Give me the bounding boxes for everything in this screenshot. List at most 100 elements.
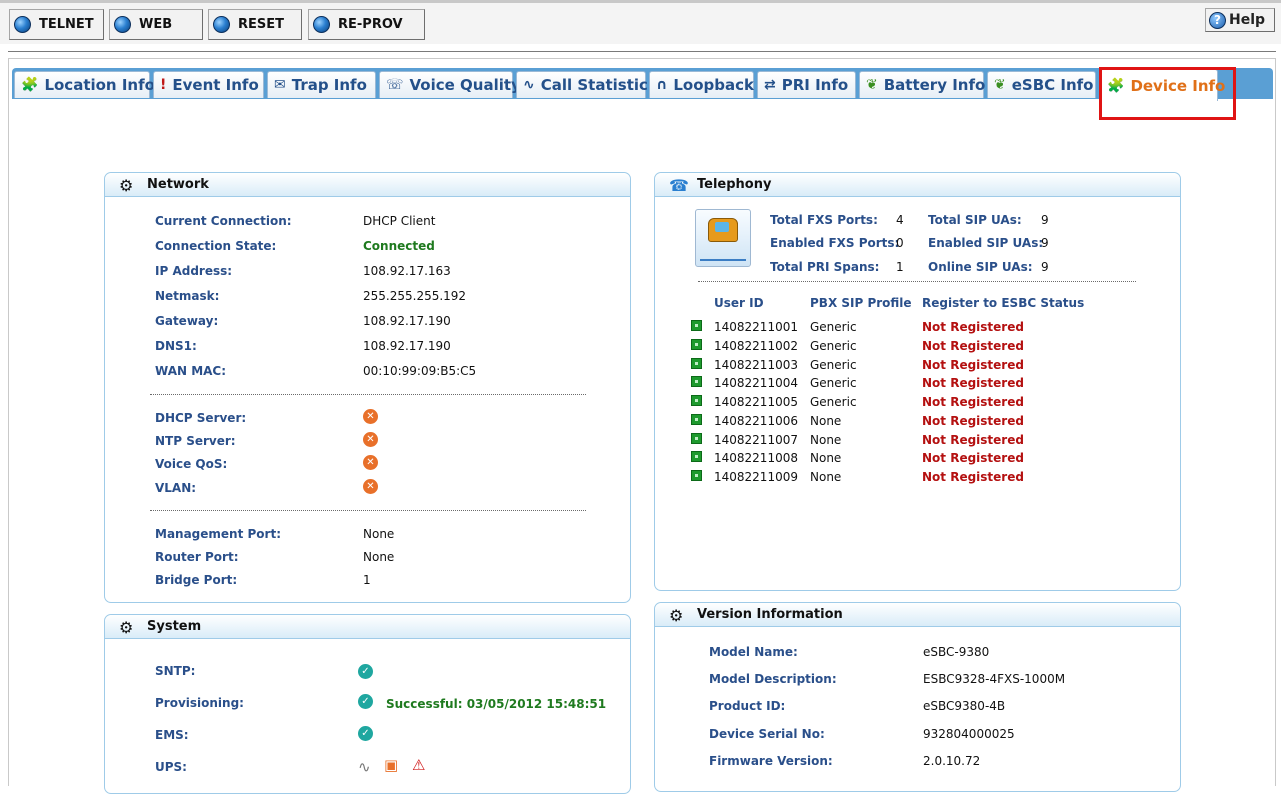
re-prov-orb-icon — [313, 16, 330, 33]
current-connection-label: Current Connection: — [155, 214, 292, 228]
warning-icon: ⚠ — [412, 756, 426, 774]
ip-address-label: IP Address: — [155, 264, 233, 278]
reset-button[interactable]: RESET — [208, 9, 302, 40]
leaf-icon: ❦ — [866, 77, 878, 93]
user-register-status: Not Registered — [922, 339, 1024, 353]
total-fxs-value: 4 — [896, 213, 904, 227]
tab-voice-quality[interactable]: ☏ Voice Quality — [379, 71, 521, 98]
user-id: 14082211007 — [714, 433, 798, 447]
tab-pri-info[interactable]: ⇄ PRI Info — [757, 71, 856, 98]
bridge-port-label: Bridge Port: — [155, 573, 238, 587]
tab-event-info[interactable]: ! Event Info — [153, 71, 264, 98]
location-icon: 🧩 — [21, 77, 39, 93]
services-divider — [150, 510, 586, 511]
pri-icon: ⇄ — [764, 77, 776, 93]
user-id: 14082211003 — [714, 358, 798, 372]
tab-location-info[interactable]: 🧩 Location Info — [14, 71, 155, 98]
user-status-icon — [691, 376, 702, 387]
user-status-icon — [691, 470, 702, 481]
network-panel-header: ⚙ Network — [105, 173, 630, 197]
toolbar-divider — [8, 51, 1276, 52]
network-icon: ⚙ — [119, 176, 134, 195]
network-divider — [150, 394, 586, 395]
tab-trap-info[interactable]: ✉ Trap Info — [267, 71, 376, 98]
management-port-value: None — [363, 527, 395, 541]
current-connection-value: DHCP Client — [363, 214, 436, 228]
dns1-value: 108.92.17.190 — [363, 339, 451, 353]
ups-label: UPS: — [155, 760, 187, 774]
user-id: 14082211004 — [714, 376, 798, 390]
phone-icon: ☎ — [669, 176, 689, 195]
leaf-icon: ❦ — [994, 77, 1006, 93]
telephony-divider — [698, 281, 1136, 282]
user-profile: None — [810, 470, 842, 484]
sntp-label: SNTP: — [155, 664, 196, 678]
user-register-status: Not Registered — [922, 395, 1024, 409]
dhcp-server-label: DHCP Server: — [155, 411, 247, 425]
ems-ok-icon: ✓ — [358, 726, 373, 741]
web-button[interactable]: WEB — [109, 9, 203, 40]
user-register-status: Not Registered — [922, 376, 1024, 390]
ac-power-icon: ∿ — [358, 758, 371, 776]
user-register-status: Not Registered — [922, 470, 1024, 484]
connection-state-value: Connected — [363, 239, 435, 253]
user-status-icon — [691, 395, 702, 406]
re-prov-button[interactable]: RE-PROV — [308, 9, 425, 40]
product-id-value: eSBC9380-4B — [923, 699, 1006, 713]
gateway-label: Gateway: — [155, 314, 219, 328]
help-icon: ? — [1209, 11, 1226, 29]
total-pri-label: Total PRI Spans: — [770, 260, 880, 274]
tab-esbc-info[interactable]: ❦ eSBC Info — [987, 71, 1096, 98]
voice-icon: ☏ — [386, 77, 404, 93]
ems-label: EMS: — [155, 728, 189, 742]
tab-loopback[interactable]: ∩ Loopback — [649, 71, 754, 98]
model-description-value: ESBC9328-4FXS-1000M — [923, 672, 1066, 686]
enabled-sip-value: 9 — [1041, 236, 1049, 250]
wan-mac-label: WAN MAC: — [155, 364, 227, 378]
tab-battery-info[interactable]: ❦ Battery Info — [859, 71, 985, 98]
ntp-server-disabled-icon: ✕ — [363, 432, 378, 447]
gateway-value: 108.92.17.190 — [363, 314, 451, 328]
dns1-label: DNS1: — [155, 339, 197, 353]
online-sip-label: Online SIP UAs: — [928, 260, 1033, 274]
user-status-icon — [691, 433, 702, 444]
dhcp-server-disabled-icon: ✕ — [363, 409, 378, 424]
enabled-fxs-label: Enabled FXS Ports: — [770, 236, 900, 250]
enabled-sip-label: Enabled SIP UAs: — [928, 236, 1044, 250]
chart-icon: ∿ — [523, 77, 535, 93]
total-fxs-label: Total FXS Ports: — [770, 213, 878, 227]
total-sip-label: Total SIP UAs: — [928, 213, 1022, 227]
ntp-server-label: NTP Server: — [155, 434, 236, 448]
telephony-image — [695, 209, 751, 267]
model-name-value: eSBC-9380 — [923, 645, 990, 659]
vlan-label: VLAN: — [155, 481, 197, 495]
connection-state-label: Connection State: — [155, 239, 277, 253]
online-sip-value: 9 — [1041, 260, 1049, 274]
device-serial-value: 932804000025 — [923, 727, 1015, 741]
provisioning-ok-icon: ✓ — [358, 694, 373, 709]
provisioning-label: Provisioning: — [155, 696, 244, 710]
tab-call-statistic[interactable]: ∿ Call Statistic — [516, 71, 648, 98]
user-id: 14082211009 — [714, 470, 798, 484]
telnet-button[interactable]: TELNET — [9, 9, 104, 40]
user-status-icon — [691, 320, 702, 331]
web-orb-icon — [114, 16, 131, 33]
help-button[interactable]: ? Help — [1205, 8, 1275, 32]
user-id: 14082211005 — [714, 395, 798, 409]
vlan-disabled-icon: ✕ — [363, 479, 378, 494]
management-port-label: Management Port: — [155, 527, 281, 541]
user-profile: Generic — [810, 395, 857, 409]
user-id: 14082211001 — [714, 320, 798, 334]
user-register-status: Not Registered — [922, 320, 1024, 334]
device-serial-label: Device Serial No: — [709, 727, 825, 741]
system-icon: ⚙ — [119, 618, 134, 637]
user-register-status: Not Registered — [922, 433, 1024, 447]
exclamation-icon: ! — [160, 77, 167, 93]
system-panel-header: ⚙ System — [105, 615, 630, 639]
user-profile: None — [810, 451, 842, 465]
user-id: 14082211006 — [714, 414, 798, 428]
firmware-version-value: 2.0.10.72 — [923, 754, 981, 768]
trap-icon: ✉ — [274, 77, 286, 93]
user-profile: Generic — [810, 376, 857, 390]
user-status-icon — [691, 414, 702, 425]
